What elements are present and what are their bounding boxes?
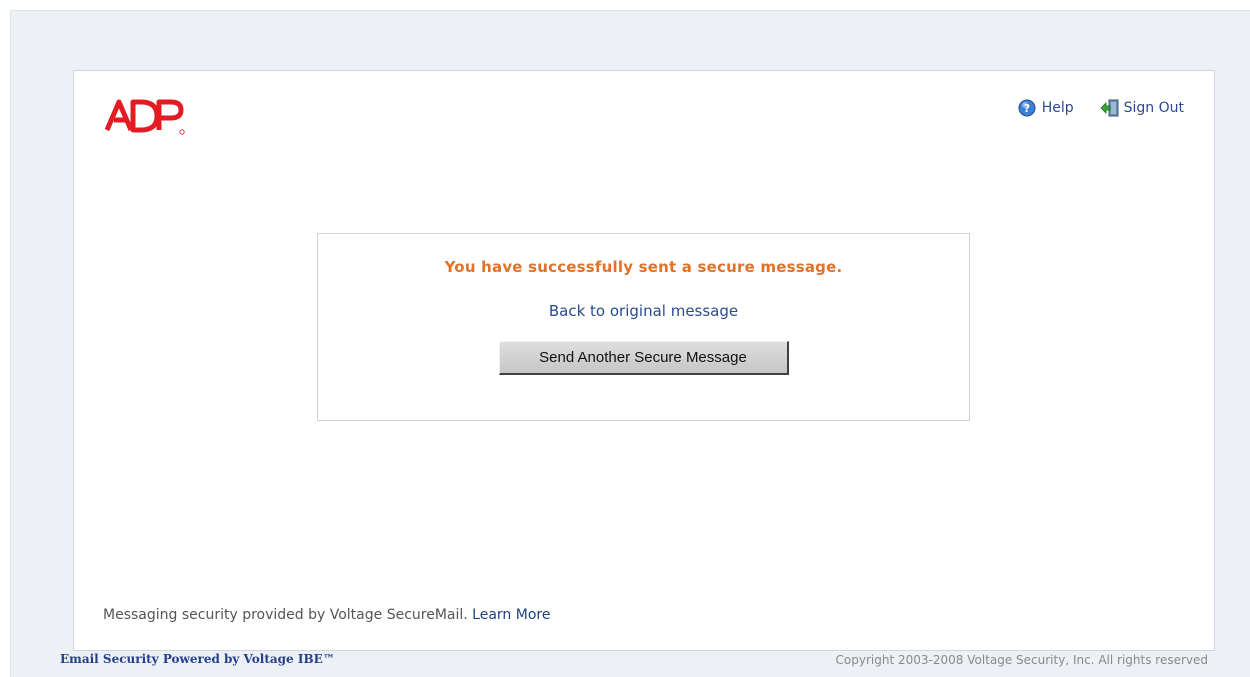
adp-logo (103, 96, 185, 136)
back-to-original-link[interactable]: Back to original message (549, 302, 738, 320)
learn-more-link[interactable]: Learn More (472, 607, 550, 623)
success-message: You have successfully sent a secure mess… (444, 258, 843, 276)
top-links: ? Help Sign Out (1018, 99, 1184, 117)
send-another-button[interactable]: Send Another Secure Message (498, 341, 789, 375)
sign-out-icon (1100, 99, 1119, 117)
confirmation-box: You have successfully sent a secure mess… (317, 233, 970, 421)
help-link[interactable]: ? Help (1018, 99, 1074, 117)
svg-text:?: ? (1024, 102, 1030, 115)
security-note: Messaging security provided by Voltage S… (103, 607, 550, 623)
copyright-text: Copyright 2003-2008 Voltage Security, In… (835, 653, 1208, 667)
help-label[interactable]: Help (1042, 100, 1074, 116)
security-note-text: Messaging security provided by Voltage S… (103, 607, 468, 623)
sign-out-link[interactable]: Sign Out (1100, 99, 1184, 117)
page-background: ? Help Sign Out You have successfully se… (10, 10, 1250, 677)
sign-out-label[interactable]: Sign Out (1124, 100, 1184, 116)
help-icon: ? (1018, 99, 1036, 117)
main-panel: ? Help Sign Out You have successfully se… (73, 70, 1215, 651)
powered-by-text: Email Security Powered by Voltage IBE™ (60, 652, 335, 666)
